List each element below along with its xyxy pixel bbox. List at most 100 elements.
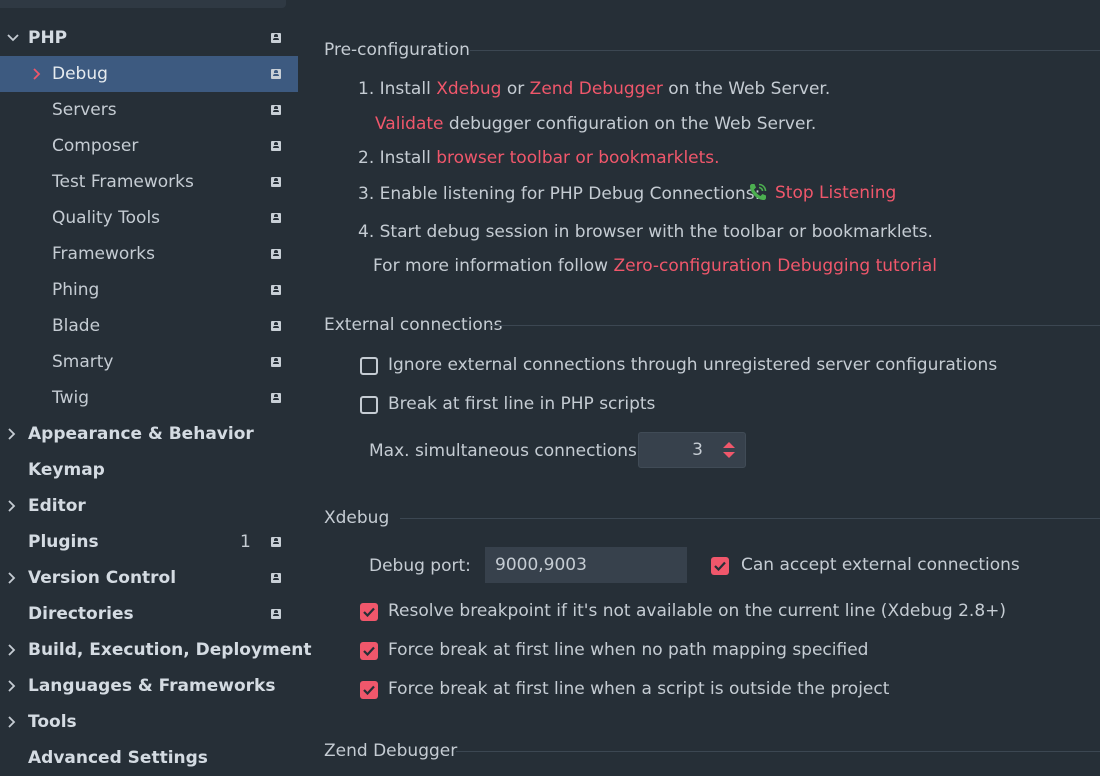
sidebar-item-directories[interactable]: Directories [0,596,298,632]
sidebar-item-languages-frameworks[interactable]: Languages & Frameworks [0,668,298,704]
project-level-icon [271,105,281,115]
chevron-right-icon[interactable] [5,643,19,657]
sidebar-item-quality-tools[interactable]: Quality Tools [0,200,298,236]
step-text: 4. Start debug session in browser with t… [358,222,933,242]
step-text: or [501,79,530,99]
spinner-arrows-icon[interactable] [721,440,737,460]
sidebar-item-label: Editor [28,496,86,516]
sidebar-item-test-frameworks[interactable]: Test Frameworks [0,164,298,200]
project-level-icon [271,249,281,259]
force-break-no-mapping-label[interactable]: Force break at first line when no path m… [388,640,868,660]
sidebar-item-frameworks[interactable]: Frameworks [0,236,298,272]
sidebar-item-label: Build, Execution, Deployment [28,640,312,660]
accept-external-label[interactable]: Can accept external connections [741,555,1020,575]
sidebar-item-label: Debug [52,64,108,84]
section-title-preconfiguration: Pre-configuration [324,40,470,60]
phone-listening-icon[interactable] [748,182,768,202]
preconfig-validate: Validate debugger configuration on the W… [375,114,816,134]
stop-listening-link[interactable]: Stop Listening [775,183,896,203]
break-first-line-checkbox[interactable] [360,396,378,414]
project-level-icon [271,69,281,79]
sidebar-item-php[interactable]: PHP [0,20,298,56]
resolve-breakpoint-label[interactable]: Resolve breakpoint if it's not available… [388,601,1006,621]
sidebar-item-tools[interactable]: Tools [0,704,298,740]
resolve-breakpoint-checkbox[interactable] [360,603,378,621]
sidebar-item-label: Composer [52,136,139,156]
project-level-icon [271,285,281,295]
checkmark-icon [363,685,375,695]
validate-link[interactable]: Validate [375,114,444,134]
project-level-icon [271,213,281,223]
sidebar-item-label: Blade [52,316,101,336]
sidebar-item-servers[interactable]: Servers [0,92,298,128]
sidebar-item-label: Frameworks [52,244,155,264]
debug-port-input[interactable]: 9000,9003 [485,547,687,583]
sidebar-item-label: Tools [28,712,77,732]
sidebar-item-advanced-settings[interactable]: Advanced Settings [0,740,298,776]
ignore-external-checkbox[interactable] [360,357,378,375]
step-text: For more information follow [373,256,614,276]
section-divider [491,325,1100,326]
sidebar-item-smarty[interactable]: Smarty [0,344,298,380]
zend-debugger-link[interactable]: Zend Debugger [530,79,663,99]
project-level-icon [271,393,281,403]
sidebar-item-composer[interactable]: Composer [0,128,298,164]
sidebar-item-plugins[interactable]: Plugins 1 [0,524,298,560]
browser-toolbar-link[interactable]: browser toolbar or bookmarklets. [436,148,719,168]
sidebar-item-label: Servers [52,100,117,120]
sidebar-item-label: Version Control [28,568,177,588]
chevron-right-icon[interactable] [5,499,19,513]
force-break-outside-project-checkbox[interactable] [360,681,378,699]
accept-external-checkbox[interactable] [711,557,729,575]
chevron-right-icon[interactable] [5,571,19,585]
chevron-right-icon[interactable] [5,715,19,729]
preconfig-more-info: For more information follow Zero-configu… [373,256,937,276]
step-text: 1. Install [358,79,437,99]
sidebar-item-debug[interactable]: Debug [0,56,298,92]
chevron-right-icon[interactable] [5,679,19,693]
debug-settings-panel: Pre-configuration 1. Install Xdebug or Z… [298,0,1100,764]
sidebar-item-label: PHP [28,28,68,48]
sidebar-item-editor[interactable]: Editor [0,488,298,524]
break-first-line-label[interactable]: Break at first line in PHP scripts [388,394,655,414]
sidebar-item-build-execution-deployment[interactable]: Build, Execution, Deployment [0,632,312,668]
debug-port-label: Debug port: [369,556,471,576]
project-level-icon [271,573,281,583]
sidebar-item-keymap[interactable]: Keymap [0,452,298,488]
project-level-icon [271,141,281,151]
sidebar-item-version-control[interactable]: Version Control [0,560,298,596]
sidebar-item-blade[interactable]: Blade [0,308,298,344]
plugins-update-count: 1 [240,532,251,552]
checkmark-icon [714,561,726,571]
chevron-right-icon[interactable] [30,67,44,81]
section-divider [400,518,1100,519]
preconfig-step-4: 4. Start debug session in browser with t… [358,222,933,242]
zero-config-tutorial-link[interactable]: Zero-configuration Debugging tutorial [613,256,937,276]
sidebar-item-label: Phing [52,280,100,300]
sidebar-item-label: Smarty [52,352,114,372]
search-field-edge[interactable] [0,0,286,8]
chevron-right-icon[interactable] [5,427,19,441]
sidebar-item-label: Directories [28,604,134,624]
chevron-down-icon[interactable] [6,31,20,45]
sidebar-item-phing[interactable]: Phing [0,272,298,308]
step-text: 3. Enable listening for PHP Debug Connec… [358,184,761,204]
sidebar-item-label: Appearance & Behavior [28,424,254,444]
force-break-outside-project-label[interactable]: Force break at first line when a script … [388,679,889,699]
settings-sidebar: PHP Debug Servers Composer Test Framewor… [0,0,312,768]
section-divider [470,50,1100,51]
project-level-icon [271,357,281,367]
preconfig-step-2: 2. Install browser toolbar or bookmarkle… [358,148,720,168]
section-divider [456,751,1100,752]
project-level-icon [271,609,281,619]
sidebar-item-label: Languages & Frameworks [28,676,276,696]
ignore-external-label[interactable]: Ignore external connections through unre… [388,355,997,375]
sidebar-item-label: Advanced Settings [28,748,208,768]
max-connections-spinner[interactable]: 3 [638,432,746,468]
checkmark-icon [363,646,375,656]
force-break-no-mapping-checkbox[interactable] [360,642,378,660]
sidebar-item-appearance-behavior[interactable]: Appearance & Behavior [0,416,298,452]
sidebar-item-twig[interactable]: Twig [0,380,298,416]
sidebar-item-label: Quality Tools [52,208,161,228]
xdebug-link[interactable]: Xdebug [436,79,501,99]
